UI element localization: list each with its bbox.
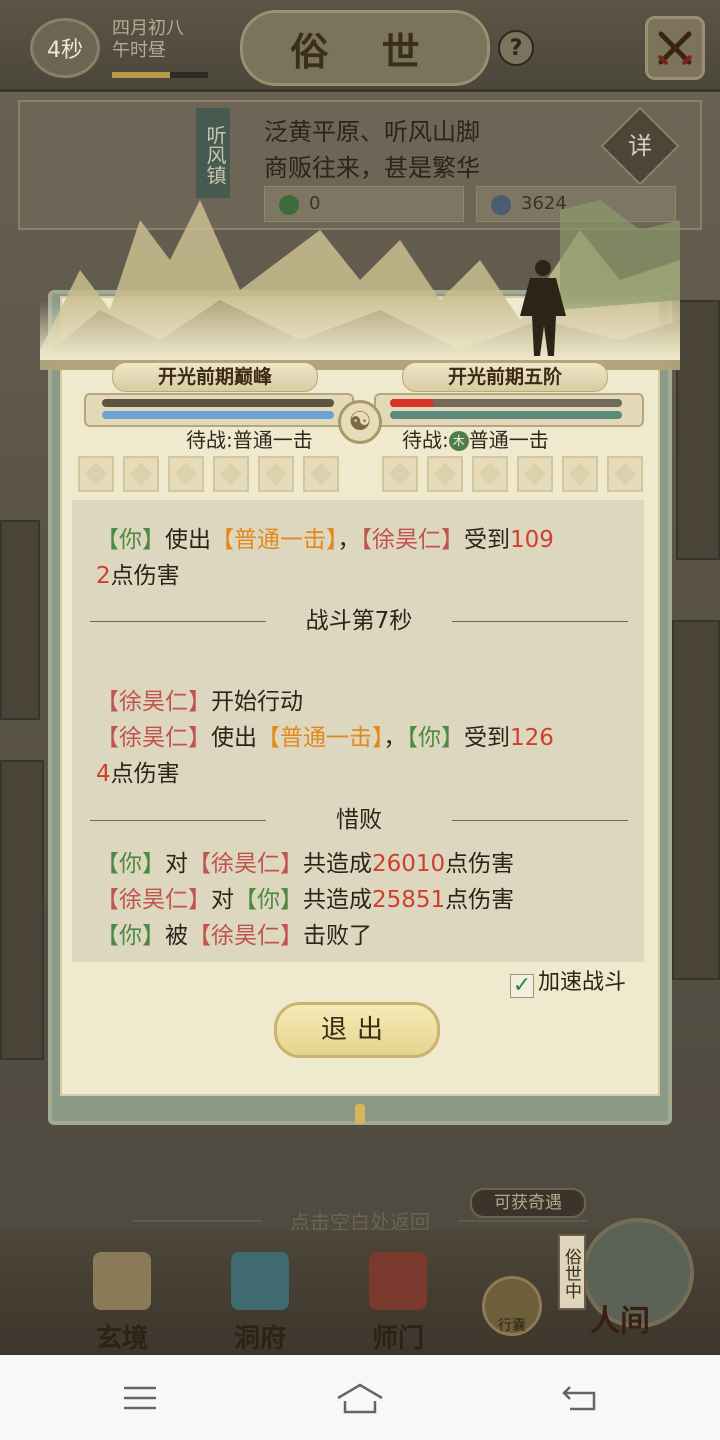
player-bars bbox=[84, 393, 354, 427]
enemy-status-prefix: 待战: bbox=[402, 428, 449, 452]
enemy-buff-slot bbox=[472, 456, 508, 492]
enemy-realm-plate: 开光前期五阶 bbox=[402, 362, 608, 392]
location-name: 听风镇 bbox=[196, 108, 230, 198]
page-title: 俗 世 bbox=[240, 10, 490, 86]
enemy-buff-slot bbox=[517, 456, 553, 492]
date-line-1: 四月初八 bbox=[112, 18, 184, 39]
reward-tag: 可获奇遇 bbox=[470, 1188, 586, 1218]
player-status: 待战:普通一击 bbox=[186, 428, 313, 452]
log-entry: 【你】使出【普通一击】，【徐昊仁】受到109 bbox=[96, 527, 554, 553]
wood-element-icon: 木 bbox=[448, 431, 469, 451]
speed-up-toggle[interactable]: ✓ 加速战斗 bbox=[510, 968, 626, 998]
log-entry: 【徐昊仁】使出【普通一击】，【你】受到126 bbox=[96, 725, 554, 751]
time-progress-bar bbox=[112, 72, 208, 78]
taiji-icon: ☯ bbox=[338, 400, 382, 444]
enemy-buff-slot bbox=[382, 456, 418, 492]
location-desc-line-2: 商贩往来，甚是繁华 bbox=[264, 154, 480, 182]
combat-log[interactable]: 【你】使出【普通一击】，【徐昊仁】受到109 2点伤害 战斗第7秒 【徐昊仁】开… bbox=[72, 500, 644, 962]
player-mp-bar bbox=[102, 411, 334, 419]
result-divider: 惜败 bbox=[90, 802, 628, 838]
summary-entry: 【你】被【徐昊仁】击败了 bbox=[96, 923, 372, 949]
battle-result-label: 惜败 bbox=[336, 807, 382, 833]
log-entry: 2点伤害 bbox=[96, 563, 180, 589]
player-buff-slot bbox=[258, 456, 294, 492]
nav-shimen[interactable]: 师门 bbox=[348, 1252, 448, 1354]
battle-second-label: 战斗第7秒 bbox=[305, 608, 413, 634]
enemy-buff-slot bbox=[562, 456, 598, 492]
enemy-hp-bar bbox=[390, 399, 434, 407]
home-icon[interactable] bbox=[330, 1376, 390, 1420]
enemy-status-skill: 普通一击 bbox=[468, 428, 549, 452]
log-entry: 4点伤害 bbox=[96, 761, 180, 787]
bag-button[interactable]: 行囊 bbox=[482, 1276, 542, 1336]
enemy-mp-bar bbox=[390, 411, 622, 419]
date-line-2: 午时昼 bbox=[112, 40, 166, 61]
enemy-silhouette bbox=[520, 260, 566, 356]
countdown-timer: 4秒 bbox=[30, 18, 100, 78]
exit-button[interactable]: 退出 bbox=[274, 1002, 440, 1058]
log-entry: 【徐昊仁】开始行动 bbox=[96, 689, 303, 715]
help-button[interactable]: ? bbox=[498, 30, 534, 66]
nav-xuanjing[interactable]: 玄境 bbox=[72, 1252, 172, 1354]
game-date: 四月初八 午时昼 bbox=[112, 18, 184, 62]
back-icon[interactable] bbox=[550, 1376, 610, 1420]
detail-label: 详 bbox=[628, 132, 652, 160]
player-buff-slot bbox=[78, 456, 114, 492]
scroll-icon bbox=[93, 1252, 151, 1310]
player-realm-plate: 开光前期巅峰 bbox=[112, 362, 318, 392]
pavilion-icon bbox=[231, 1252, 289, 1310]
scroll-pin-icon bbox=[355, 1104, 365, 1124]
mist-overlay bbox=[40, 300, 680, 360]
enemy-buff-slot bbox=[427, 456, 463, 492]
player-buff-slot bbox=[303, 456, 339, 492]
player-buff-slot bbox=[168, 456, 204, 492]
speed-up-label: 加速战斗 bbox=[538, 970, 627, 995]
summary-entry: 【你】对【徐昊仁】共造成26010点伤害 bbox=[96, 851, 515, 877]
location-desc-line-1: 泛黄平原、听风山脚 bbox=[264, 118, 480, 146]
banner-icon bbox=[369, 1252, 427, 1310]
enemy-status: 待战: 木普通一击 bbox=[402, 424, 549, 453]
enemy-bars bbox=[374, 393, 644, 427]
enemy-buff-slot bbox=[607, 456, 643, 492]
player-buff-slot bbox=[213, 456, 249, 492]
menu-icon[interactable] bbox=[110, 1376, 170, 1420]
summary-entry: 【徐昊仁】对【你】共造成25851点伤害 bbox=[96, 887, 515, 913]
battle-time-divider: 战斗第7秒 bbox=[90, 603, 628, 639]
location-description: 泛黄平原、听风山脚 商贩往来，甚是繁华 bbox=[264, 114, 480, 186]
nav-dongfu[interactable]: 洞府 bbox=[210, 1252, 310, 1354]
player-hp-bar bbox=[102, 399, 334, 407]
player-buff-slot bbox=[123, 456, 159, 492]
crossed-swords-icon[interactable] bbox=[645, 16, 705, 80]
checkbox-icon[interactable]: ✓ bbox=[510, 974, 534, 998]
